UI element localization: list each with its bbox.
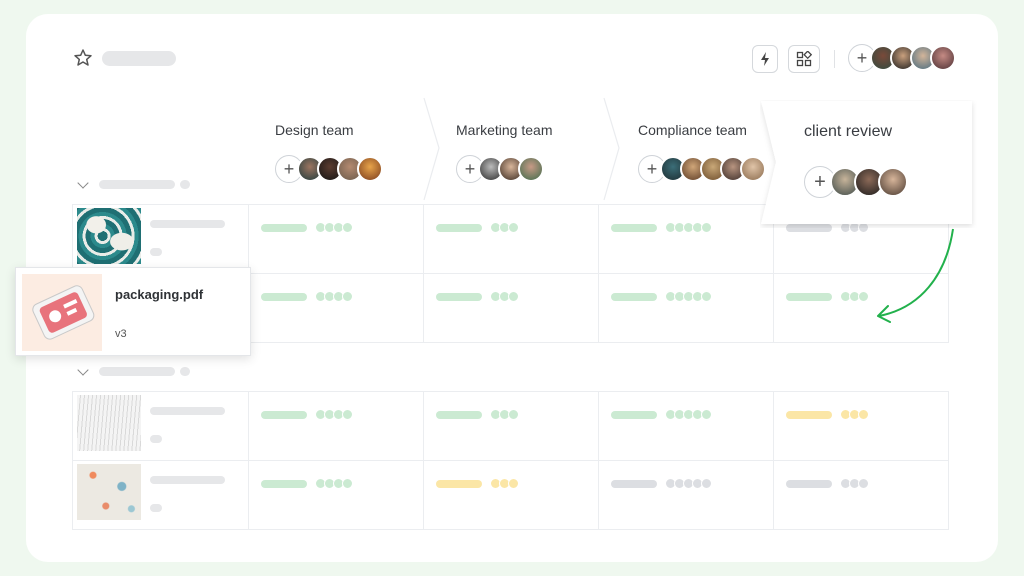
automation-button[interactable]: [752, 45, 778, 73]
file-preview: [22, 274, 102, 351]
avatar[interactable]: [930, 45, 956, 71]
status-bar: [436, 480, 482, 488]
row-divider: [72, 391, 949, 392]
stage-members: +: [804, 166, 908, 198]
stage-members: +: [275, 155, 383, 183]
avatar[interactable]: [878, 167, 908, 197]
arrow-connector: [877, 228, 954, 323]
status-bar: [261, 293, 307, 301]
col-divider: [948, 391, 949, 529]
stage-title: Marketing team: [456, 122, 553, 138]
status-bar: [786, 411, 832, 419]
file-thumbnail[interactable]: [77, 395, 141, 451]
stage-client-review[interactable]: client review +: [760, 100, 977, 228]
group-count-placeholder: [180, 367, 190, 376]
star-icon[interactable]: [73, 48, 93, 68]
reviewer-dots: [490, 409, 519, 420]
stage-title: Compliance team: [638, 122, 747, 138]
file-thumbnail[interactable]: [77, 208, 141, 264]
col-divider: [72, 391, 73, 529]
file-meta-placeholder: [150, 248, 162, 256]
col-divider: [423, 391, 424, 529]
stage-title: Design team: [275, 122, 354, 138]
file-drag-card[interactable]: packaging.pdf v3: [15, 267, 251, 356]
file-version: v3: [115, 328, 127, 340]
status-bar: [436, 411, 482, 419]
reviewer-dots: [490, 478, 519, 489]
reviewer-dots: [315, 291, 353, 302]
lightning-icon: [761, 52, 769, 66]
status-bar: [611, 293, 657, 301]
reviewer-dots: [315, 478, 353, 489]
project-title-placeholder: [102, 51, 176, 66]
stage-design-team[interactable]: Design team +: [258, 100, 423, 204]
collaborators: +: [848, 44, 956, 72]
stage-compliance-team[interactable]: Compliance team +: [620, 100, 766, 204]
file-meta-placeholder: [150, 435, 162, 443]
status-bar: [436, 224, 482, 232]
reviewer-dots: [315, 222, 353, 233]
avatar[interactable]: [518, 156, 544, 182]
stage-card-shape: [761, 101, 972, 224]
status-bar: [611, 480, 657, 488]
stage-members: +: [638, 155, 766, 183]
status-bar: [261, 224, 307, 232]
reviewer-dots: [315, 409, 353, 420]
file-name: packaging.pdf: [115, 287, 204, 302]
reviewer-dots: [840, 409, 869, 420]
status-bar: [786, 480, 832, 488]
reviewer-dots: [665, 291, 712, 302]
col-divider: [598, 204, 599, 342]
reviewer-dots: [840, 478, 869, 489]
reviewer-dots: [665, 478, 712, 489]
group-name-placeholder: [99, 180, 175, 189]
status-bar: [611, 411, 657, 419]
file-name-placeholder: [150, 407, 225, 415]
file-name-placeholder: [150, 220, 225, 228]
status-bar: [611, 224, 657, 232]
reviewer-dots: [490, 291, 519, 302]
status-bar: [261, 411, 307, 419]
col-divider: [423, 204, 424, 342]
row-divider: [72, 529, 949, 530]
stage-title: client review: [804, 123, 893, 140]
reviewer-dots: [490, 222, 519, 233]
status-bar: [786, 293, 832, 301]
avatar[interactable]: [357, 156, 383, 182]
stage-members: +: [456, 155, 544, 183]
apps-button[interactable]: [788, 45, 820, 73]
reviewer-dots: [665, 222, 712, 233]
status-bar: [261, 480, 307, 488]
col-divider: [598, 391, 599, 529]
group-count-placeholder: [180, 180, 190, 189]
stage-marketing-team[interactable]: Marketing team +: [439, 100, 604, 204]
apps-icon: [796, 51, 812, 67]
reviewer-dots: [665, 409, 712, 420]
file-meta-placeholder: [150, 504, 162, 512]
file-thumbnail[interactable]: [77, 464, 141, 520]
status-bar: [436, 293, 482, 301]
file-name-placeholder: [150, 476, 225, 484]
col-divider: [773, 391, 774, 529]
row-divider: [72, 460, 949, 461]
col-divider: [248, 391, 249, 529]
group-name-placeholder: [99, 367, 175, 376]
header-divider: [834, 50, 835, 68]
